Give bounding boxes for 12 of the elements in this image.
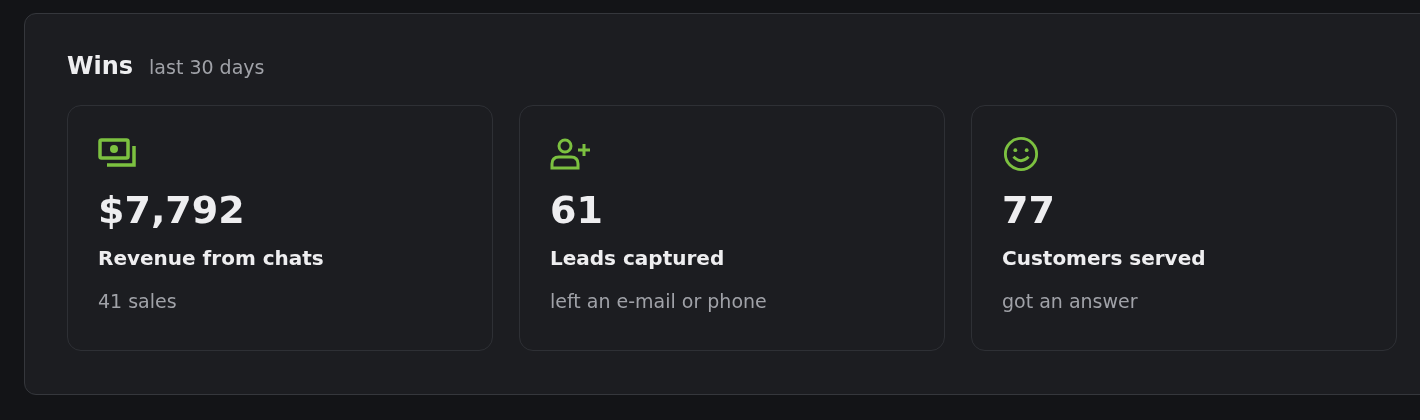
smiley-icon	[1002, 136, 1040, 172]
stat-value: $7,792	[98, 188, 246, 232]
stat-label: Revenue from chats	[98, 246, 325, 270]
stat-detail: left an e-mail or phone	[550, 290, 768, 312]
panel-title: Wins	[67, 52, 134, 80]
stat-label: Customers served	[1002, 246, 1207, 270]
stat-detail: 41 sales	[98, 290, 178, 312]
stat-label: Leads captured	[550, 246, 726, 270]
stat-value: 77	[1002, 188, 1056, 232]
panel-subtitle: last 30 days	[149, 56, 265, 78]
stat-value: 61	[550, 188, 604, 232]
stat-detail: got an answer	[1002, 290, 1139, 312]
